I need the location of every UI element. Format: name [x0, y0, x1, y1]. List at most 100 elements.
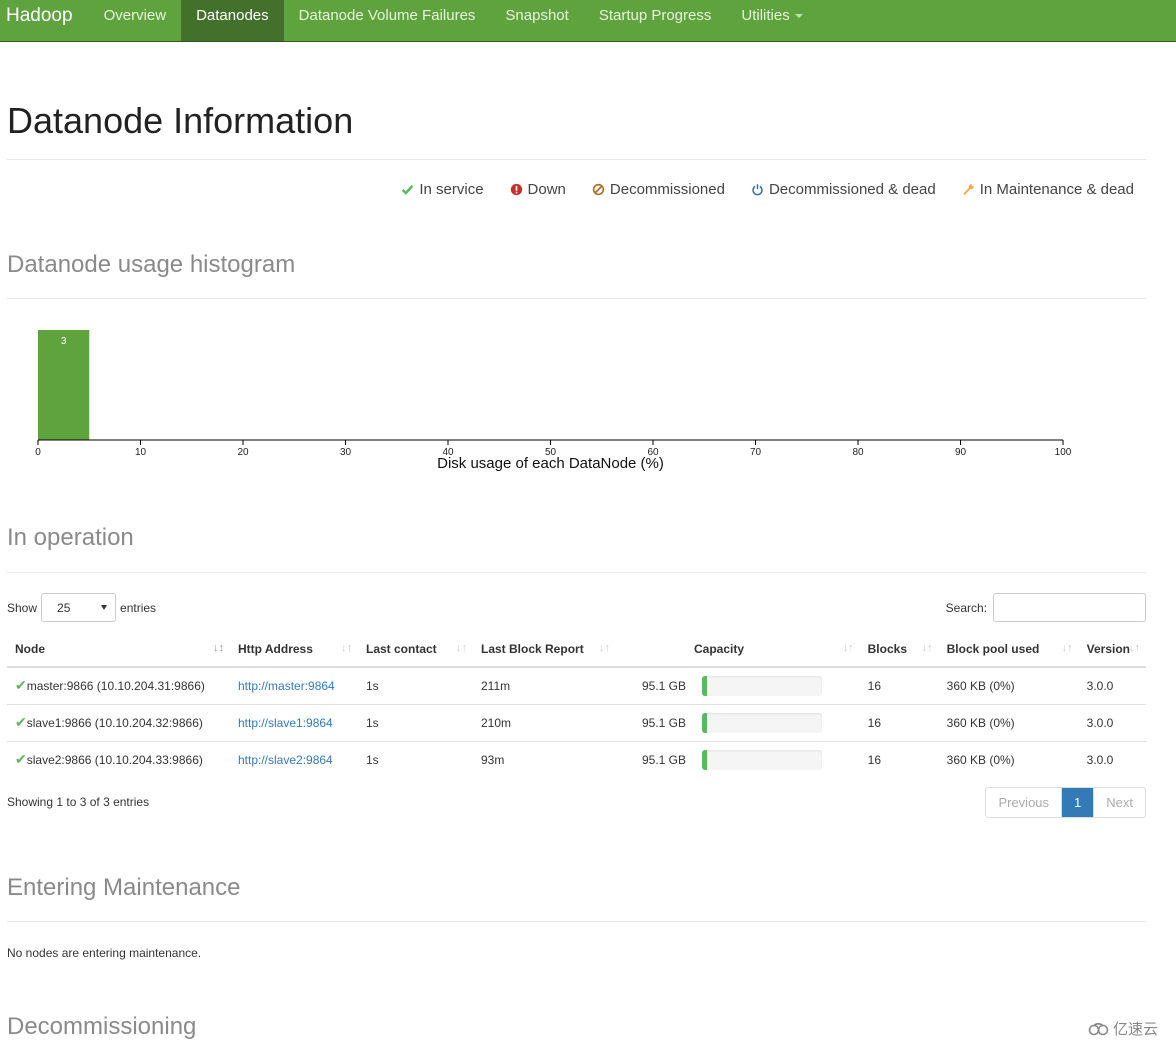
cloud-logo-icon [1088, 1022, 1109, 1035]
capacity-progress-fill [702, 749, 707, 770]
col-label: Block pool used [946, 642, 1040, 656]
capacity-value: 95.1 GB [616, 667, 694, 705]
col-version[interactable]: Version ↓↑ [1078, 632, 1146, 668]
brand-logo[interactable]: Hadoop [0, 0, 89, 41]
col-http-address[interactable]: Http Address ↓↑ [230, 632, 358, 668]
pager-previous[interactable]: Previous [986, 788, 1063, 817]
histogram-title: Datanode usage histogram [7, 251, 296, 278]
nav-snapshot[interactable]: Snapshot [490, 0, 583, 41]
col-block-pool-used[interactable]: Block pool used ↓↑ [938, 632, 1079, 668]
legend-label: Decommissioned [609, 181, 725, 198]
pager-next[interactable]: Next [1094, 788, 1145, 817]
x-tick-label: 20 [237, 447, 249, 458]
col-label: Capacity [694, 642, 745, 656]
sort-icon: ↓↑ [341, 642, 352, 654]
nav-datanode-volume-failures[interactable]: Datanode Volume Failures [284, 0, 491, 41]
histogram-bar-label: 3 [61, 336, 67, 347]
last-contact-cell: 1s [366, 752, 379, 767]
datanodes-table: Node ↓↕ Http Address ↓↑ Last contact ↓↑ Las… [7, 632, 1146, 778]
capacity-progress-bar [702, 712, 822, 733]
node-name: slave2:9866 (10.10.204.33:9866) [26, 753, 203, 768]
entering-maintenance-title: Entering Maintenance [7, 874, 241, 901]
in-service-check-icon: ✔ [15, 714, 27, 730]
col-capacity[interactable]: Capacity ↓↑ [616, 632, 860, 668]
status-legend: In service Down Decommissioned Decommiss… [401, 181, 1134, 198]
capacity-bar-cell [694, 741, 860, 778]
entering-maintenance-message: No nodes are entering maintenance. [7, 946, 202, 960]
col-label: Http Address [238, 642, 313, 656]
x-tick-label: 30 [340, 447, 352, 458]
ban-icon [592, 183, 605, 196]
power-icon [752, 184, 763, 196]
sort-icon: ↓↑ [599, 642, 610, 654]
capacity-value: 95.1 GB [616, 704, 694, 742]
pager-page-1[interactable]: 1 [1062, 788, 1095, 817]
nav-utilities[interactable]: Utilities [726, 0, 817, 41]
last-block-report-cell: 93m [481, 752, 505, 767]
http-address-link[interactable]: http://master:9864 [238, 679, 335, 693]
show-label: Show [7, 600, 38, 615]
nav-startup-progress[interactable]: Startup Progress [584, 0, 727, 41]
col-label: Last Block Report [481, 642, 584, 656]
http-address-link[interactable]: http://slave2:9864 [238, 753, 333, 767]
table-row: ✔master:9866 (10.10.204.31:9866) http://m… [7, 667, 1146, 705]
block-pool-used-cell: 360 KB (0%) [938, 667, 1079, 705]
http-address-link[interactable]: http://slave1:9864 [238, 716, 333, 730]
top-navbar: Hadoop Overview Datanodes Datanode Volum… [0, 0, 1176, 42]
node-name: slave1:9866 (10.10.204.32:9866) [26, 716, 203, 730]
col-last-contact[interactable]: Last contact ↓↑ [358, 632, 473, 668]
col-last-block-report[interactable]: Last Block Report ↓↑ [473, 632, 616, 668]
divider [7, 921, 1146, 922]
table-search: Search: [946, 593, 1146, 622]
last-block-report-cell: 210m [473, 704, 616, 742]
x-axis-label: Disk usage of each DataNode (%) [437, 455, 664, 472]
usage-histogram: 3 0 10 20 30 40 50 60 70 80 90 100 Disk usage of e… [35, 330, 1072, 472]
x-tick-label: 10 [135, 447, 147, 458]
capacity-bar-cell [694, 667, 860, 705]
blocks-cell: 16 [867, 752, 881, 767]
sort-icon: ↓↑ [1129, 642, 1140, 654]
divider [7, 298, 1146, 299]
col-node[interactable]: Node ↓↕ [7, 632, 230, 668]
nav-utilities-label: Utilities [741, 7, 790, 24]
capacity-progress-bar [702, 749, 822, 770]
divider [7, 572, 1146, 573]
capacity-progress-fill [702, 675, 707, 696]
block-pool-used-cell: 360 KB (0%) [946, 752, 1015, 767]
last-contact-cell: 1s [358, 667, 473, 705]
pagination: Previous 1 Next [985, 787, 1146, 818]
x-tick-label: 100 [1055, 447, 1072, 458]
capacity-bar-cell [694, 704, 860, 742]
col-label: Last contact [366, 642, 437, 656]
sort-icon: ↓↑ [456, 642, 467, 654]
search-input[interactable] [993, 593, 1146, 622]
version-cell: 3.0.0 [1086, 752, 1114, 767]
legend-label: In Maintenance & dead [979, 181, 1134, 198]
page-size-select[interactable]: 25 [41, 593, 117, 622]
http-address-cell: http://master:9864 [230, 667, 358, 705]
col-blocks[interactable]: Blocks ↓↑ [859, 632, 939, 668]
table-row: ✔slave1:9866 (10.10.204.32:9866) http://s… [7, 704, 1146, 742]
last-contact-cell: 1s [358, 704, 473, 742]
x-tick-label: 80 [852, 447, 864, 458]
col-label: Version [1086, 642, 1130, 656]
http-address-cell: http://slave1:9864 [230, 704, 358, 742]
capacity-value: 95.1 GB [641, 752, 686, 767]
table-row: ✔slave2:9866 (10.10.204.33:9866) http://s… [7, 741, 1146, 778]
exclamation-circle-icon [510, 183, 522, 196]
x-tick-label: 90 [955, 447, 967, 458]
entries-label: entries [120, 600, 157, 615]
x-tick-label: 70 [750, 447, 762, 458]
nav-datanodes[interactable]: Datanodes [181, 0, 284, 41]
page-title: Datanode Information [7, 100, 354, 141]
nav-overview[interactable]: Overview [89, 0, 182, 41]
watermark-text: 亿速云 [1112, 1021, 1158, 1038]
divider [7, 159, 1146, 160]
search-label: Search: [945, 600, 987, 615]
capacity-progress-fill [702, 712, 707, 733]
legend-label: Decommissioned & dead [768, 181, 936, 198]
in-service-check-icon: ✔ [15, 677, 27, 694]
sort-icon: ↓↑ [1061, 642, 1073, 654]
version-cell: 3.0.0 [1078, 704, 1146, 742]
legend-label: Down [527, 181, 566, 198]
